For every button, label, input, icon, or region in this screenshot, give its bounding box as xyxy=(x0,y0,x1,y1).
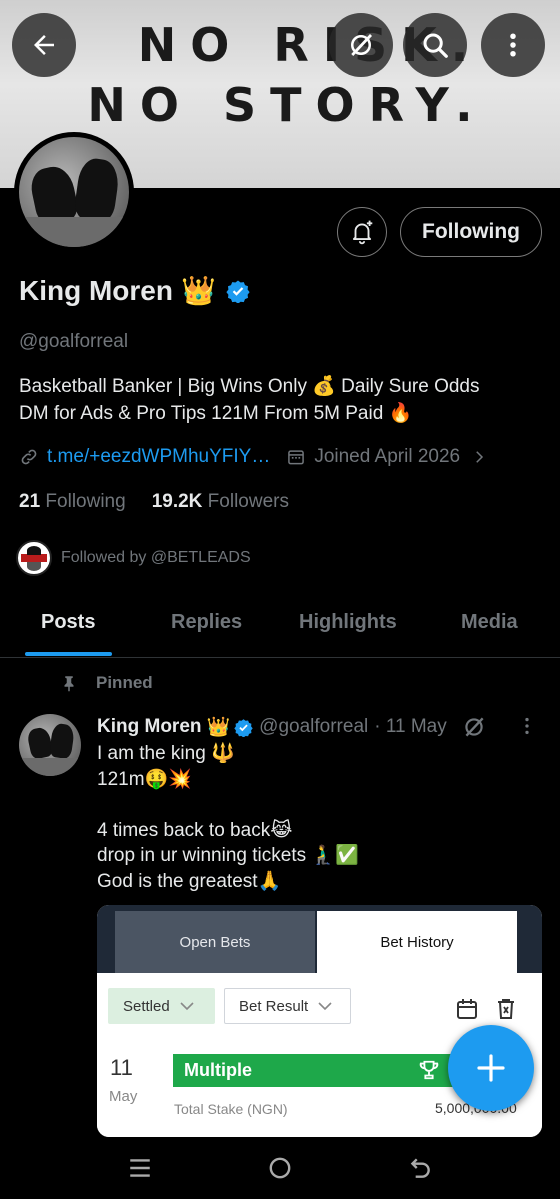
tab-highlights[interactable]: Highlights xyxy=(299,611,397,634)
more-options-button[interactable] xyxy=(481,13,545,77)
active-tab-indicator xyxy=(25,652,112,656)
link-icon xyxy=(21,449,37,465)
profile-bio: Basketball Banker | Big Wins Only 💰 Dail… xyxy=(19,373,549,427)
media-filter-result: Bet Result xyxy=(224,988,351,1024)
media-bet-month: May xyxy=(109,1088,138,1105)
followers-count: 19.2K xyxy=(151,491,203,512)
post-line: 121m🤑💥 xyxy=(97,768,192,790)
post-line: God is the greatest🙏 xyxy=(97,870,282,892)
chevron-down-icon xyxy=(318,1002,332,1011)
bio-line: DM for Ads & Pro Tips 121M From 5M Paid … xyxy=(19,403,413,424)
recent-apps-icon[interactable] xyxy=(127,1155,153,1181)
bio-line: Basketball Banker | Big Wins Only 💰 Dail… xyxy=(19,376,480,397)
followers-label: Followers xyxy=(207,491,289,512)
calendar-icon xyxy=(457,999,477,1019)
grok-icon xyxy=(351,34,373,56)
followed-by-row[interactable]: Followed by @BETLEADS xyxy=(16,540,251,576)
following-label: Following xyxy=(45,491,126,512)
post-line: I am the king 🔱 xyxy=(97,743,235,764)
post-author-avatar[interactable] xyxy=(19,714,81,776)
system-nav-bar xyxy=(0,1137,560,1199)
followers-stat[interactable]: 19.2K Followers xyxy=(152,491,289,513)
more-vertical-icon xyxy=(510,33,516,57)
pinned-label: Pinned xyxy=(96,673,153,692)
more-vertical-icon xyxy=(525,717,529,735)
arrow-left-icon xyxy=(34,35,54,55)
media-filter-result-label: Bet Result xyxy=(239,997,309,1015)
trophy-icon xyxy=(419,1060,439,1080)
post-date: · 11 May xyxy=(374,716,447,737)
back-icon[interactable] xyxy=(407,1155,433,1181)
joined-date: Joined April 2026 xyxy=(314,446,461,467)
media-bet-type: Multiple xyxy=(173,1054,468,1087)
media-bet-type-label: Multiple xyxy=(184,1060,252,1080)
post-author-handle[interactable]: @goalforreal xyxy=(259,716,368,738)
post-more-button[interactable] xyxy=(516,713,538,744)
post-line: 4 times back to back😹 xyxy=(97,819,293,841)
post-line: drop in ur winning tickets 🧎‍♂️✅ xyxy=(97,845,359,866)
media-filter-settled-label: Settled xyxy=(123,997,170,1015)
post-author-name[interactable]: King Moren xyxy=(97,716,202,738)
media-bet-day: 11 xyxy=(110,1055,133,1080)
crown-emoji: 👑 xyxy=(206,717,231,738)
profile-name-row: King Moren 👑 xyxy=(19,274,250,307)
following-button[interactable]: Following xyxy=(400,207,542,257)
followed-by-avatar xyxy=(16,540,52,576)
verified-badge-icon[interactable] xyxy=(226,279,250,303)
grok-icon[interactable] xyxy=(461,714,487,740)
pinned-indicator: Pinned xyxy=(60,673,153,693)
search-button[interactable] xyxy=(403,13,467,77)
chevron-right-icon[interactable] xyxy=(470,448,488,466)
post-line xyxy=(97,792,537,818)
follow-stats: 21 Following 19.2K Followers xyxy=(19,491,289,513)
banner-text-line1: NO RISK. xyxy=(137,18,483,72)
banner-text-line2: NO STORY. xyxy=(87,78,487,132)
media-filter-settled: Settled xyxy=(108,988,215,1024)
following-stat[interactable]: 21 Following xyxy=(19,491,126,513)
pin-icon xyxy=(64,676,74,692)
profile-meta-row: t.me/+eezdWPMhuYFIY… Joined April 2026 xyxy=(19,446,488,468)
compose-button[interactable] xyxy=(448,1025,534,1111)
avatar-image xyxy=(19,137,129,247)
post-body: I am the king 🔱 121m🤑💥 4 times back to b… xyxy=(97,741,537,894)
tab-replies[interactable]: Replies xyxy=(171,611,242,634)
back-button[interactable] xyxy=(12,13,76,77)
tab-media[interactable]: Media xyxy=(461,611,518,634)
followed-by-text: Followed by @BETLEADS xyxy=(61,549,251,566)
profile-tabs: Posts Replies Highlights Media xyxy=(0,598,560,658)
media-stake-label: Total Stake (NGN) xyxy=(174,1101,288,1117)
media-tab-bet-history: Bet History xyxy=(317,911,517,973)
profile-link[interactable]: t.me/+eezdWPMhuYFIY… xyxy=(47,446,270,468)
media-tab-open-bets: Open Bets xyxy=(115,911,315,973)
plus-icon xyxy=(477,1054,505,1082)
post-header: King Moren 👑 @goalforreal · 11 May xyxy=(97,714,487,740)
following-count: 21 xyxy=(19,491,41,512)
grok-button[interactable] xyxy=(329,13,393,77)
tab-posts[interactable]: Posts xyxy=(41,611,95,634)
verified-badge-icon xyxy=(234,718,253,737)
home-icon[interactable] xyxy=(267,1155,293,1181)
chevron-down-icon xyxy=(180,1002,194,1011)
media-tabs: Open Bets Bet History xyxy=(97,905,542,973)
profile-name: King Moren xyxy=(19,274,173,306)
calendar-icon xyxy=(288,450,305,465)
trash-icon xyxy=(498,999,514,1019)
profile-avatar[interactable] xyxy=(14,132,134,252)
crown-emoji: 👑 xyxy=(181,275,216,306)
notifications-button[interactable] xyxy=(337,207,387,257)
search-icon xyxy=(423,33,448,58)
profile-handle: @goalforreal xyxy=(19,331,129,352)
bell-plus-icon xyxy=(352,220,373,245)
